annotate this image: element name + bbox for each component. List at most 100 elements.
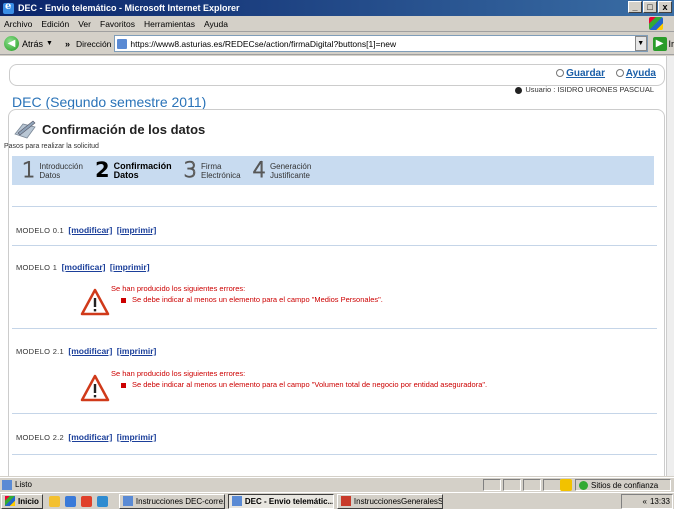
menu-herramientas[interactable]: Herramientas: [144, 19, 195, 29]
warning-icon: [80, 288, 110, 316]
divider: [12, 245, 657, 246]
back-label: Atrás: [22, 38, 44, 49]
menu-bar: Archivo Edición Ver Favoritos Herramient…: [0, 16, 674, 32]
menu-ver[interactable]: Ver: [78, 19, 91, 29]
model-name: MODELO 2.2: [16, 433, 65, 442]
save-label: Guardar: [566, 68, 606, 79]
media-icon[interactable]: [80, 495, 92, 507]
menu-archivo[interactable]: Archivo: [4, 19, 32, 29]
close-button[interactable]: x: [658, 1, 672, 13]
error-title: Se han producido los siguientes errores:: [111, 284, 246, 293]
status-cell: [483, 479, 501, 491]
warning-icon: [80, 374, 110, 402]
print-link[interactable]: [imprimir]: [117, 432, 157, 442]
print-link[interactable]: [imprimir]: [110, 262, 150, 272]
top-links: Guardar Ayuda: [548, 68, 656, 79]
toolbar-overflow-chevron[interactable]: »: [65, 39, 70, 49]
back-dropdown-icon[interactable]: ▼: [46, 40, 53, 47]
section-header: Confirmación de los datos: [14, 119, 205, 139]
desktop-icon[interactable]: [96, 495, 108, 507]
task-instrucciones-dec[interactable]: Instrucciones DEC-corre...: [118, 493, 225, 509]
model-name: MODELO 2.1: [16, 347, 65, 356]
divider: [12, 206, 657, 207]
model-row-1: MODELO 1 [modificar] [imprimir]: [16, 262, 150, 272]
step-label: Introducción Datos: [39, 162, 83, 180]
tray-expand-button[interactable]: «: [643, 497, 647, 506]
menu-ayuda[interactable]: Ayuda: [204, 19, 228, 29]
modify-link[interactable]: [modificar]: [68, 346, 112, 356]
step-label: Confirmación Datos: [114, 161, 172, 180]
trusted-zone-icon: [579, 480, 588, 490]
step-label: Firma Electrónica: [201, 162, 241, 180]
go-button[interactable]: Ir: [669, 39, 674, 49]
print-link[interactable]: [imprimir]: [117, 346, 157, 356]
pdf-icon: [340, 496, 351, 506]
app-title: DEC (Segundo semestre 2011): [12, 94, 207, 110]
step-2: 2 Confirmación Datos: [95, 160, 172, 181]
security-zone[interactable]: Sitios de confianza: [575, 479, 671, 491]
model-row-2-2: MODELO 2.2 [modificar] [imprimir]: [16, 432, 156, 442]
status-bar: Listo Sitios de confianza: [0, 477, 674, 491]
menu-edicion[interactable]: Edición: [41, 19, 69, 29]
start-button[interactable]: Inicio: [1, 493, 43, 509]
ie-logo-icon: [3, 1, 14, 14]
error-item: Se debe indicar al menos un elemento par…: [121, 295, 383, 304]
maximize-button[interactable]: □: [643, 1, 657, 13]
modify-link[interactable]: [modificar]: [68, 432, 112, 442]
pen-paper-icon: [14, 120, 36, 139]
step-number: 1: [21, 158, 36, 182]
minimize-button[interactable]: _: [628, 1, 642, 13]
step-label-line2: Justificante: [269, 170, 310, 180]
step-label-line2: Datos: [39, 170, 61, 180]
page-viewport: Guardar Ayuda Usuario : ISIDRO URONES PA…: [0, 56, 666, 476]
task-label: DEC - Envio telemátic...: [244, 496, 334, 506]
status-text: Listo: [15, 480, 32, 489]
help-label: Ayuda: [625, 68, 656, 79]
windows-flag-icon: [5, 496, 15, 506]
start-label: Inicio: [18, 496, 39, 506]
menu-favoritos[interactable]: Favoritos: [100, 19, 135, 29]
user-name: Usuario : ISIDRO URONES PASCUAL: [525, 85, 654, 94]
folder-icon[interactable]: [48, 495, 60, 507]
status-cell: [503, 479, 521, 491]
ie-quicklaunch-icon[interactable]: [64, 495, 76, 507]
divider: [12, 328, 657, 329]
step-number: 3: [183, 158, 197, 182]
zone-label: Sitios de confianza: [591, 480, 659, 490]
address-dropdown-icon[interactable]: ▼: [634, 36, 647, 51]
address-input[interactable]: https://www8.asturias.es/REDECse/action/…: [114, 35, 648, 52]
step-label-line1: Generación: [269, 161, 312, 171]
vertical-scrollbar[interactable]: [666, 56, 674, 476]
modify-link[interactable]: [modificar]: [62, 262, 106, 272]
steps-bar: 1 Introducción Datos 2 Confirmación Datos …: [12, 156, 654, 185]
ie-page-icon: [231, 496, 242, 506]
divider: [12, 413, 657, 414]
windows-logo-icon: [649, 17, 663, 30]
task-instrucciones-generales[interactable]: InstruccionesGeneralesS...: [336, 493, 443, 509]
back-arrow-icon: ◀: [4, 36, 19, 51]
window-titlebar: DEC - Envio telemático - Microsoft Inter…: [0, 0, 674, 16]
steps-caption: Pasos para realizar la solicitud: [4, 143, 99, 150]
address-label: Dirección: [75, 38, 112, 49]
taskbar: Inicio Instrucciones DEC-corre... DEC - …: [0, 492, 674, 509]
back-button[interactable]: ◀ Atrás ▼: [4, 36, 53, 51]
lock-icon[interactable]: [560, 479, 572, 491]
divider: [12, 454, 657, 455]
step-label-line1: Firma: [200, 161, 222, 171]
word-doc-icon: [122, 496, 133, 506]
task-dec-envio[interactable]: DEC - Envio telemátic...: [227, 493, 334, 509]
print-link[interactable]: [imprimir]: [117, 225, 157, 235]
step-3: 3 Firma Electrónica: [183, 158, 241, 182]
step-number: 4: [252, 158, 266, 182]
quick-launch: [48, 495, 113, 507]
status-cell: [543, 479, 561, 491]
model-name: MODELO 0.1: [16, 226, 65, 235]
go-arrow-icon[interactable]: ▶: [652, 36, 667, 51]
error-title: Se han producido los siguientes errores:: [111, 369, 246, 378]
save-link[interactable]: Guardar: [556, 68, 605, 79]
step-number: 2: [94, 158, 110, 182]
step-label-line2: Electrónica: [200, 170, 241, 180]
modify-link[interactable]: [modificar]: [68, 225, 112, 235]
address-url: https://www8.asturias.es/REDECse/action/…: [130, 38, 397, 49]
help-link[interactable]: Ayuda: [615, 68, 656, 79]
